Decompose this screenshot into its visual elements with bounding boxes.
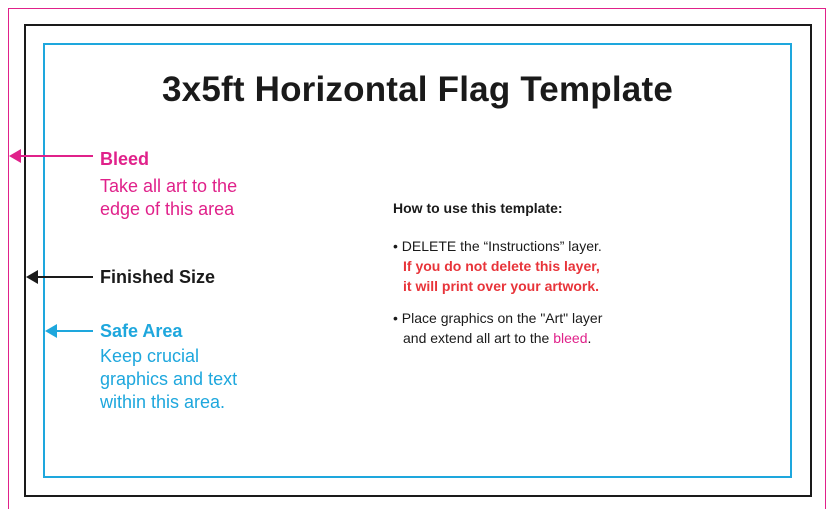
warning-text: If you do not delete this layer, <box>403 258 600 274</box>
bleed-heading: Bleed <box>100 149 150 169</box>
safe-area-description-line: within this area. <box>100 392 226 412</box>
safe-area-description-line: graphics and text <box>100 369 238 389</box>
instruction-step: • Place graphics on the "Art" layer <box>393 310 603 326</box>
bleed-keyword: bleed <box>553 330 588 346</box>
instruction-step-continuation: and extend all art to the bleed. <box>393 328 723 348</box>
instruction-step: • DELETE the “Instructions” layer. <box>393 238 602 254</box>
safe-area-description: Keep crucial graphics and text within th… <box>100 345 290 414</box>
instruction-text: and extend all art to the <box>403 330 554 346</box>
bleed-description-line: Take all art to the <box>100 176 238 196</box>
warning-text: it will print over your artwork. <box>403 278 600 294</box>
bleed-description: Take all art to the edge of this area <box>100 175 290 221</box>
finished-size-arrow-icon <box>26 270 93 284</box>
safe-area-description-line: Keep crucial <box>100 346 200 366</box>
bleed-arrow-icon <box>9 149 93 163</box>
instruction-text: . <box>587 330 592 346</box>
finished-size-heading: Finished Size <box>100 267 216 287</box>
instructions-heading: How to use this template: <box>393 200 563 216</box>
instructions-block: How to use this template: • DELETE the “… <box>393 198 723 348</box>
safe-area-arrow-icon <box>45 324 93 338</box>
safe-area-heading: Safe Area <box>100 321 183 341</box>
page-title: 3x5ft Horizontal Flag Template <box>162 70 673 109</box>
bleed-description-line: edge of this area <box>100 199 235 219</box>
